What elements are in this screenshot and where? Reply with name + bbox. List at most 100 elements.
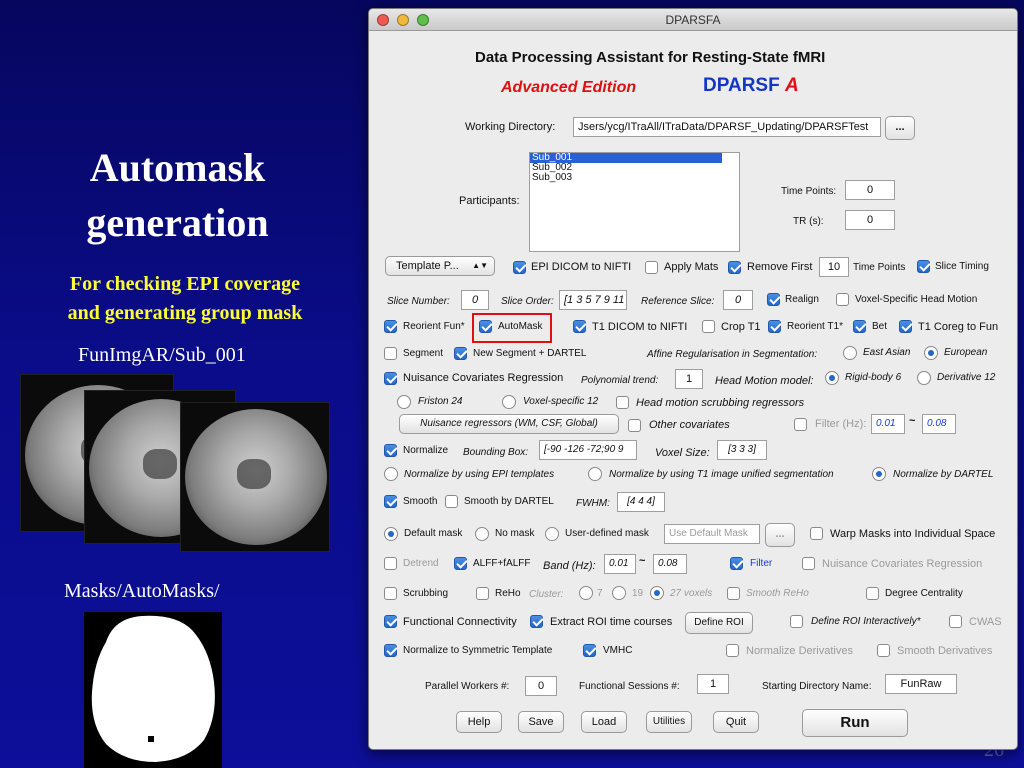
smooth-reho-checkbox[interactable] <box>727 587 740 600</box>
bounding-box-field[interactable]: [-90 -126 -72;90 9 <box>539 440 637 460</box>
scrubbing-checkbox[interactable] <box>384 587 397 600</box>
norm-sym-checkbox[interactable] <box>384 644 397 657</box>
alff-label: ALFF+fALFF <box>473 558 531 569</box>
working-dir-browse-button[interactable]: ... <box>885 116 915 140</box>
define-roi-button[interactable]: Define ROI <box>685 612 753 634</box>
cwas-label: CWAS <box>969 616 1002 628</box>
participant-item[interactable]: Sub_003 <box>530 173 739 183</box>
save-button[interactable]: Save <box>518 711 564 733</box>
norm-t1-radio[interactable] <box>588 467 602 481</box>
slice-order-field[interactable]: [1 3 5 7 9 11 <box>559 290 627 310</box>
filter-low-field[interactable]: 0.01 <box>871 414 905 434</box>
east-asian-radio[interactable] <box>843 346 857 360</box>
filter-option-checkbox[interactable] <box>730 557 743 570</box>
nuisance-checkbox[interactable] <box>384 372 397 385</box>
t1-dicom-checkbox[interactable] <box>573 320 586 333</box>
use-default-mask-field[interactable]: Use Default Mask <box>664 524 760 544</box>
crop-t1-checkbox[interactable] <box>702 320 715 333</box>
segment-checkbox[interactable] <box>384 347 397 360</box>
automask-checkbox[interactable] <box>479 320 492 333</box>
help-button[interactable]: Help <box>456 711 502 733</box>
automask-label: AutoMask <box>498 321 543 332</box>
voxel-head-motion-checkbox[interactable] <box>836 293 849 306</box>
brain-image-3 <box>180 402 330 552</box>
define-roi-inter-checkbox[interactable] <box>790 615 803 628</box>
working-dir-field[interactable]: Jsers/ycg/ITraAll/ITraData/DPARSF_Updati… <box>573 117 881 137</box>
reference-slice-field[interactable]: 0 <box>723 290 753 310</box>
european-radio[interactable] <box>924 346 938 360</box>
cluster-label: Cluster: <box>529 589 564 600</box>
parallel-workers-field[interactable]: 0 <box>525 676 557 696</box>
slide-subtitle: For checking EPI coverage and generating… <box>20 270 350 328</box>
cluster27-radio[interactable] <box>650 586 664 600</box>
slice-number-field[interactable]: 0 <box>461 290 489 310</box>
realign-checkbox[interactable] <box>767 293 780 306</box>
filter-checkbox[interactable] <box>794 418 807 431</box>
friston24-radio[interactable] <box>397 395 411 409</box>
other-covariates-checkbox[interactable] <box>628 419 641 432</box>
tr-field[interactable]: 0 <box>845 210 895 230</box>
default-mask-radio[interactable] <box>384 527 398 541</box>
new-segment-checkbox[interactable] <box>454 347 467 360</box>
no-mask-radio[interactable] <box>475 527 489 541</box>
slice-timing-checkbox[interactable] <box>917 260 930 273</box>
zoom-window-button[interactable] <box>417 14 429 26</box>
smooth-deriv-checkbox[interactable] <box>877 644 890 657</box>
extract-roi-checkbox[interactable] <box>530 615 543 628</box>
smooth-checkbox[interactable] <box>384 495 397 508</box>
warp-masks-checkbox[interactable] <box>810 527 823 540</box>
cwas-checkbox[interactable] <box>949 615 962 628</box>
remove-first-field[interactable]: 10 <box>819 257 849 277</box>
run-button[interactable]: Run <box>802 709 908 737</box>
poly-trend-field[interactable]: 1 <box>675 369 703 389</box>
mask-browse-button[interactable]: ... <box>765 523 795 547</box>
degree-centrality-checkbox[interactable] <box>866 587 879 600</box>
head-scrub-checkbox[interactable] <box>616 396 629 409</box>
time-points-field[interactable]: 0 <box>845 180 895 200</box>
rigid-body-label: Rigid-body 6 <box>845 372 902 383</box>
norm-deriv-checkbox[interactable] <box>726 644 739 657</box>
user-mask-radio[interactable] <box>545 527 559 541</box>
fwhm-field[interactable]: [4 4 4] <box>617 492 665 512</box>
epi-dicom-checkbox[interactable] <box>513 261 526 274</box>
voxel-size-field[interactable]: [3 3 3] <box>717 440 767 460</box>
nuisance2-checkbox[interactable] <box>802 557 815 570</box>
band-low-field[interactable]: 0.01 <box>604 554 636 574</box>
sessions-label: Functional Sessions #: <box>579 681 680 692</box>
derivative12-radio[interactable] <box>917 371 931 385</box>
quit-button[interactable]: Quit <box>713 711 759 733</box>
template-select[interactable]: Template P... ▲▼ <box>385 256 495 276</box>
band-high-field[interactable]: 0.08 <box>653 554 687 574</box>
sessions-field[interactable]: 1 <box>697 674 729 694</box>
cluster19-radio[interactable] <box>612 586 626 600</box>
bet-checkbox[interactable] <box>853 320 866 333</box>
alff-checkbox[interactable] <box>454 557 467 570</box>
norm-dartel-radio[interactable] <box>872 467 886 481</box>
voxel-specific12-radio[interactable] <box>502 395 516 409</box>
normalize-checkbox[interactable] <box>384 444 397 457</box>
start-dir-field[interactable]: FunRaw <box>885 674 957 694</box>
remove-first-checkbox[interactable] <box>728 261 741 274</box>
norm-epi-radio[interactable] <box>384 467 398 481</box>
reho-checkbox[interactable] <box>476 587 489 600</box>
detrend-checkbox[interactable] <box>384 557 397 570</box>
nuisance-regressors-button[interactable]: Nuisance regressors (WM, CSF, Global) <box>399 414 619 434</box>
derivative12-label: Derivative 12 <box>937 372 996 383</box>
apply-mats-checkbox[interactable] <box>645 261 658 274</box>
close-window-button[interactable] <box>377 14 389 26</box>
filter-high-field[interactable]: 0.08 <box>922 414 956 434</box>
utilities-button[interactable]: Utilities <box>646 711 692 733</box>
load-button[interactable]: Load <box>581 711 627 733</box>
cluster7-radio[interactable] <box>579 586 593 600</box>
reorient-fun-checkbox[interactable] <box>384 320 397 333</box>
vmhc-checkbox[interactable] <box>583 644 596 657</box>
rigid-body-radio[interactable] <box>825 371 839 385</box>
voxel-specific12-label: Voxel-specific 12 <box>523 396 599 407</box>
define-roi-inter-label: Define ROI Interactively* <box>811 616 921 627</box>
minimize-window-button[interactable] <box>397 14 409 26</box>
t1-coreg-checkbox[interactable] <box>899 320 912 333</box>
func-conn-checkbox[interactable] <box>384 615 397 628</box>
smooth-dartel-checkbox[interactable] <box>445 495 458 508</box>
reorient-t1-checkbox[interactable] <box>768 320 781 333</box>
participants-list[interactable]: Sub_001 Sub_002 Sub_003 <box>529 152 740 252</box>
